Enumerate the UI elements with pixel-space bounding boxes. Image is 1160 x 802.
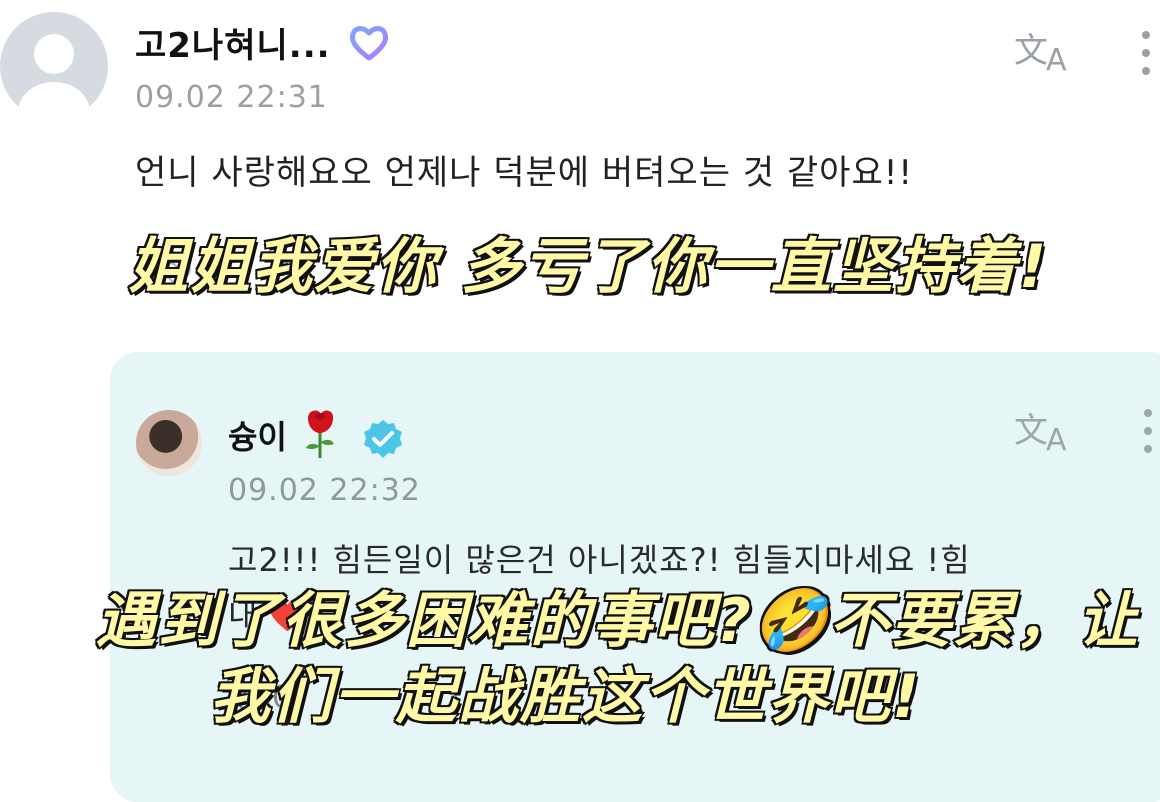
- more-vertical-icon[interactable]: [1138, 30, 1154, 76]
- subtitle-line-1: 姐姐我爱你 多亏了你一直坚持着!: [126, 231, 1049, 304]
- svg-text:文: 文: [1014, 411, 1048, 451]
- heart-outline-badge-icon: [349, 26, 389, 61]
- subtitle-line-3: 我们一起战胜这个世界吧!: [208, 661, 922, 734]
- commenter-avatar[interactable]: [0, 12, 108, 120]
- comment-timestamp: 09.02 22:31: [135, 80, 328, 115]
- svg-text:A: A: [1046, 43, 1067, 74]
- translate-icon[interactable]: 文 A: [1012, 24, 1080, 74]
- comment-text: 언니 사랑해요오 언제나 덕분에 버텨오는 것 같아요!!: [135, 153, 913, 193]
- default-avatar-icon: [18, 34, 90, 120]
- replier-avatar[interactable]: [136, 410, 202, 476]
- subtitle-line-2: 遇到了很多困难的事吧?🤣不要累，让: [95, 585, 1140, 658]
- translate-icon[interactable]: 文 A: [1012, 404, 1080, 454]
- replier-name[interactable]: 슝이: [228, 412, 287, 458]
- more-vertical-icon[interactable]: [1140, 408, 1156, 454]
- verified-check-icon: [364, 420, 402, 458]
- commenter-name[interactable]: 고2나혀니...: [135, 18, 331, 67]
- rose-icon: [306, 410, 334, 458]
- svg-text:A: A: [1046, 423, 1067, 454]
- reply-timestamp: 09.02 22:32: [228, 473, 421, 508]
- svg-text:文: 文: [1014, 31, 1048, 71]
